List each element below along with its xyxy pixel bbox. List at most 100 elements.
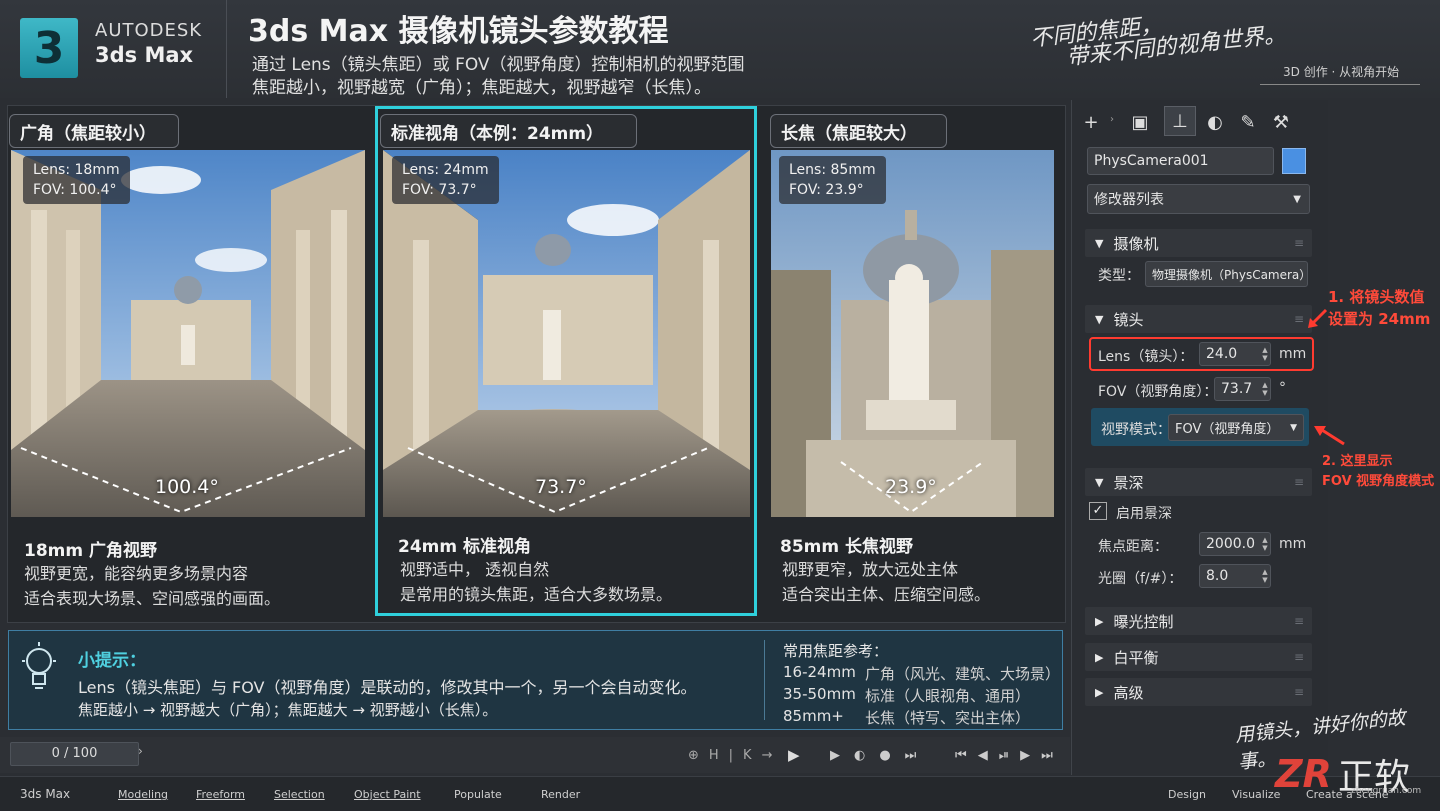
rollout-camera[interactable]: ▼ 摄像机 <box>1085 229 1312 257</box>
spinner-arrows-icon[interactable]: ▲ ▼ <box>1260 536 1270 552</box>
playback-controls[interactable]: ▶◐●⏭ <box>830 748 930 763</box>
rollout-lens-label: 镜头 <box>1113 310 1144 329</box>
lens-value-wide: Lens: 18mm <box>33 162 120 178</box>
rollout-white-balance[interactable]: ▶ 白平衡 <box>1085 643 1312 671</box>
rollout-dof-label: 景深 <box>1113 473 1144 492</box>
tab-freeform[interactable]: Freeform <box>196 788 245 801</box>
tip-divider <box>764 640 765 720</box>
modify-tab-icon[interactable]: ▣ <box>1125 108 1155 136</box>
fov-angle-wide: 100.4° <box>155 476 219 498</box>
aperture-value: 8.0 <box>1206 568 1229 584</box>
dof-checkbox[interactable]: ✓ <box>1089 502 1107 520</box>
focal-ref-desc: 标准（人眼视角、通用） <box>865 687 1031 705</box>
brand-autodesk: AUTODESK <box>95 20 203 41</box>
expand-arrow-icon: ▶ <box>1095 650 1104 664</box>
focus-distance-label: 焦点距离： <box>1098 539 1168 555</box>
fov-spinner[interactable]: 73.7 ▲ ▼ <box>1214 377 1271 401</box>
focal-ref-desc: 长焦（特写、突出主体） <box>865 709 1031 727</box>
watermark-logo: ZR <box>1275 752 1332 796</box>
annotation-2-line2: FOV 视野角度模式 <box>1322 474 1435 489</box>
key-mode-icons[interactable]: ⊕H|K→ <box>688 748 782 763</box>
rollout-grip-icon[interactable]: ≡ <box>1294 236 1304 250</box>
arrow-icon <box>1306 308 1328 334</box>
rollout-grip-icon[interactable]: ≡ <box>1294 614 1304 628</box>
app-logo: 3 <box>20 18 78 78</box>
caption-line1-wide: 视野更宽，能容纳更多场景内容 <box>24 564 249 583</box>
collapse-arrow-icon: ▼ <box>1095 312 1104 326</box>
modifier-list-dropdown[interactable]: 修改器列表 ▼ <box>1087 184 1310 214</box>
tab-visualize[interactable]: Visualize <box>1232 788 1280 801</box>
chevron-right-icon: › <box>1110 114 1114 125</box>
rollout-exposure[interactable]: ▶ 曝光控制 <box>1085 607 1312 635</box>
slogan-underline <box>1260 84 1420 85</box>
rollout-advanced-label: 高级 <box>1113 683 1144 702</box>
expand-arrow-icon: ▶ <box>1095 614 1104 628</box>
lens-highlight-box <box>1089 337 1314 371</box>
caption-title-tele: 85mm 长焦视野 <box>780 537 914 557</box>
tab-populate[interactable]: Populate <box>454 788 502 801</box>
panel-label-wide: 广角（焦距较小） <box>9 114 179 148</box>
frame-nav-controls[interactable]: ⏮◀⏯▶⏭ <box>955 748 1064 763</box>
annotation-step-2: 2. 这里显示 FOV 视野角度模式 <box>1322 452 1434 492</box>
time-slider[interactable]: 0 / 100 <box>10 742 139 766</box>
selected-panel-highlight <box>375 106 757 616</box>
tab-3dsmax[interactable]: 3ds Max <box>20 787 70 801</box>
create-tab-icon[interactable]: + <box>1076 108 1106 136</box>
aperture-spinner[interactable]: 8.0 ▲ ▼ <box>1199 564 1271 588</box>
tab-object-paint[interactable]: Object Paint <box>354 788 421 801</box>
spinner-arrows-icon[interactable]: ▲ ▼ <box>1260 568 1270 584</box>
rollout-grip-icon[interactable]: ≡ <box>1294 650 1304 664</box>
subtitle-line-2: 焦距越小，视野越宽（广角）；焦距越大，视野越窄（长焦）。 <box>252 78 711 98</box>
hierarchy-tab-icon[interactable]: ⊥ <box>1164 106 1196 136</box>
utilities-tab-icon[interactable]: ⚒ <box>1266 108 1296 136</box>
caption-line2-wide: 适合表现大场景、空间感强的画面。 <box>24 589 281 608</box>
tab-render[interactable]: Render <box>541 788 580 801</box>
focal-ref-range: 35-50mm <box>783 685 856 703</box>
annotation-1-line2: 设置为 24mm <box>1328 310 1431 328</box>
tagline: 3D 创作 · 从视角开始 <box>1283 65 1400 79</box>
tab-selection[interactable]: Selection <box>274 788 325 801</box>
brand-product: 3ds Max <box>95 43 194 67</box>
rollout-dof[interactable]: ▼ 景深 <box>1085 468 1312 496</box>
annotation-1-line1: 1. 将镜头数值 <box>1328 288 1425 306</box>
rollout-grip-icon[interactable]: ≡ <box>1294 312 1304 326</box>
caption-line1-tele: 视野更窄，放大远处主体 <box>782 560 959 579</box>
rollout-advanced[interactable]: ▶ 高级 <box>1085 678 1312 706</box>
rollout-grip-icon[interactable]: ≡ <box>1294 475 1304 489</box>
spinner-arrows-icon[interactable]: ▲ ▼ <box>1260 381 1270 397</box>
motion-tab-icon[interactable]: ◐ <box>1200 108 1230 136</box>
rollout-wb-label: 白平衡 <box>1113 648 1159 667</box>
object-name-field[interactable]: PhysCamera001 <box>1087 147 1274 175</box>
expand-arrow-icon: ▶ <box>1095 685 1104 699</box>
subtitle-line-1: 通过 Lens（镜头焦距）或 FOV（视野角度）控制相机的视野范围 <box>252 55 745 75</box>
dof-enable-label: 启用景深 <box>1116 506 1172 522</box>
aperture-label: 光圈（f/#）： <box>1098 571 1183 587</box>
lens-info-tele: Lens: 85mm FOV: 23.9° <box>779 156 886 204</box>
rollout-lens[interactable]: ▼ 镜头 <box>1085 305 1312 333</box>
caption-line2-tele: 适合突出主体、压缩空间感。 <box>782 585 991 604</box>
rollout-exposure-label: 曝光控制 <box>1113 612 1174 631</box>
fov-spinner-value: 73.7 <box>1221 381 1253 397</box>
scene-image-tele <box>771 150 1054 517</box>
play-icon[interactable]: ▶ <box>788 746 800 764</box>
fov-angle-tele: 23.9° <box>885 476 937 498</box>
rollout-grip-icon[interactable]: ≡ <box>1294 685 1304 699</box>
collapse-arrow-icon: ▼ <box>1095 236 1104 250</box>
object-color-swatch[interactable] <box>1282 148 1306 174</box>
tip-title: 小提示： <box>78 651 146 671</box>
tab-modeling[interactable]: Modeling <box>118 788 168 801</box>
view-mode-dropdown[interactable]: FOV（视野角度） ▼ <box>1168 414 1304 441</box>
focal-ref-desc: 广角（风光、建筑、大场景） <box>865 665 1061 683</box>
page-title: 3ds Max 摄像机镜头参数教程 <box>248 14 669 49</box>
tip-line-2: 焦距越小 → 视野越大（广角）；焦距越大 → 视野越小（长焦）。 <box>78 701 498 719</box>
lens-value-tele: Lens: 85mm <box>789 162 876 178</box>
display-tab-icon[interactable]: ✎ <box>1233 108 1263 136</box>
slider-next-icon[interactable]: › <box>138 744 143 758</box>
focus-distance-spinner[interactable]: 2000.0 ▲ ▼ <box>1199 532 1271 556</box>
fov-label: FOV（视野角度）： <box>1098 384 1218 400</box>
view-mode-label: 视野模式： <box>1101 422 1171 438</box>
view-mode-value: FOV（视野角度） <box>1175 422 1280 437</box>
focus-distance-value: 2000.0 <box>1206 536 1255 552</box>
tab-design[interactable]: Design <box>1168 788 1206 801</box>
camera-type-value: 物理摄像机（PhysCamera） <box>1145 261 1311 287</box>
